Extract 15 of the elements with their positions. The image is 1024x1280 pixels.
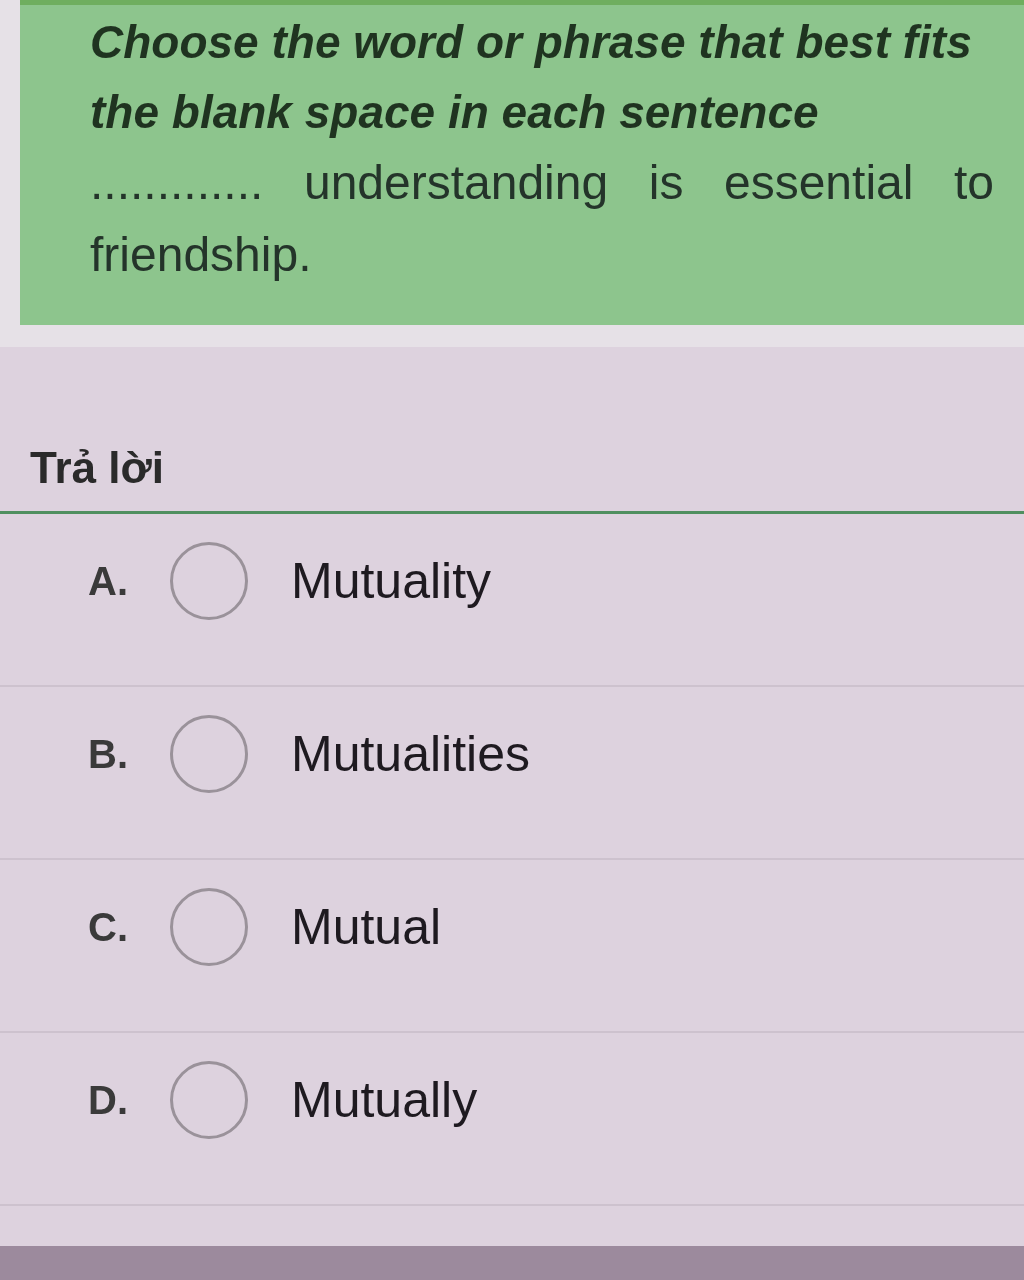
- option-label[interactable]: Mutualities: [291, 725, 530, 783]
- radio-button[interactable]: [170, 715, 248, 793]
- radio-button[interactable]: [170, 1061, 248, 1139]
- option-label[interactable]: Mutuality: [291, 552, 492, 610]
- answer-heading: Trả lời: [30, 443, 164, 492]
- option-label[interactable]: Mutually: [291, 1071, 478, 1129]
- option-letter: C.: [88, 904, 129, 950]
- option-letter: D.: [88, 1077, 129, 1123]
- question-sentence: ............. understanding is essential to friendship.: [90, 155, 994, 283]
- option-label[interactable]: Mutual: [291, 898, 442, 956]
- option-letter: B.: [88, 731, 129, 777]
- radio-button[interactable]: [170, 542, 248, 620]
- radio-button[interactable]: [170, 888, 248, 966]
- question-instruction: Choose the word or phrase that best fits the blank space in each sentence: [90, 15, 973, 140]
- option-letter: A.: [88, 558, 129, 604]
